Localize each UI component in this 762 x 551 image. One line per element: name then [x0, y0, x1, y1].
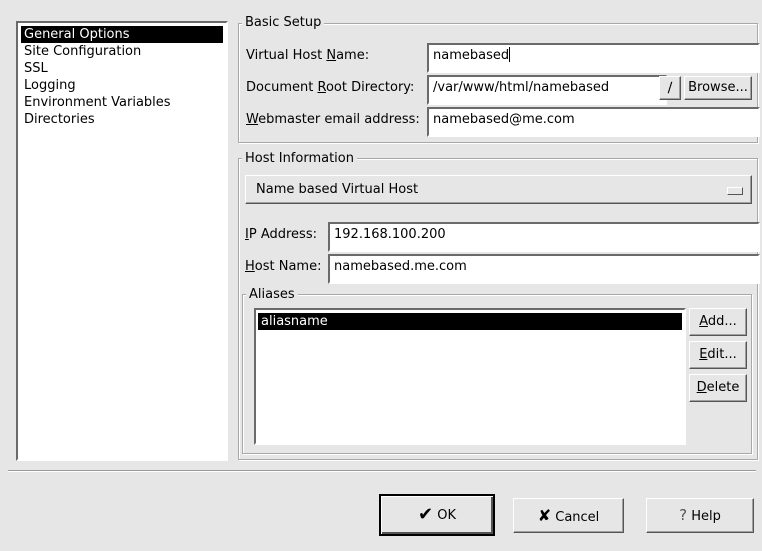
sidebar-item-label: SSL — [24, 61, 48, 76]
sidebar-item-label: Environment Variables — [24, 95, 171, 110]
alias-item[interactable]: aliasname — [258, 313, 682, 330]
host-type-option-menu[interactable]: Name based Virtual Host — [245, 175, 752, 204]
sidebar-item-label: General Options — [24, 27, 130, 42]
cancel-x-icon: ✘ — [537, 506, 552, 525]
footer-separator — [8, 470, 756, 472]
edit-alias-button[interactable]: Edit... — [689, 341, 747, 369]
add-alias-button[interactable]: Add... — [689, 308, 747, 336]
virtual-host-name-label: Virtual Host Name: — [246, 48, 370, 63]
host-name-label: Host Name: — [245, 259, 322, 274]
document-root-label: Document Root Directory: — [246, 80, 415, 95]
help-button[interactable]: ? Help — [646, 498, 754, 533]
text-cursor — [509, 47, 511, 62]
ip-address-label: IP Address: — [245, 227, 317, 242]
sidebar-item-label: Logging — [24, 78, 76, 93]
aliases-list[interactable]: aliasname — [254, 308, 686, 445]
history-dropdown-button[interactable]: ∕ — [659, 76, 681, 100]
ok-button[interactable]: ✔ OK — [379, 494, 495, 536]
sidebar-item-label: Site Configuration — [24, 44, 142, 59]
virtual-host-name-field[interactable]: namebased — [427, 43, 760, 73]
cancel-button[interactable]: ✘ Cancel — [513, 498, 624, 533]
ip-address-field[interactable]: 192.168.100.200 — [328, 222, 760, 252]
host-name-field[interactable]: namebased.me.com — [328, 254, 760, 284]
sidebar-item-logging[interactable]: Logging — [21, 77, 223, 94]
sidebar-item-general-options[interactable]: General Options — [21, 26, 223, 43]
help-question-icon: ? — [679, 506, 688, 524]
sidebar-item-environment-variables[interactable]: Environment Variables — [21, 94, 223, 111]
sidebar-item-site-configuration[interactable]: Site Configuration — [21, 43, 223, 60]
document-root-field[interactable]: /var/www/html/namebased — [427, 75, 667, 105]
combo-arrow-icon: ∕ — [667, 80, 673, 96]
webmaster-email-field[interactable]: namebased@me.com — [427, 107, 760, 137]
browse-button[interactable]: Browse... — [684, 76, 752, 100]
host-information-title: Host Information — [242, 151, 357, 166]
webmaster-email-label: Webmaster email address: — [246, 112, 420, 127]
sidebar-item-directories[interactable]: Directories — [21, 111, 223, 128]
ok-check-icon: ✔ — [418, 504, 434, 525]
option-menu-indicator-icon — [727, 187, 743, 195]
section-list[interactable]: General Options Site Configuration SSL L… — [16, 21, 228, 461]
aliases-title: Aliases — [246, 287, 298, 302]
basic-setup-title: Basic Setup — [242, 15, 325, 30]
sidebar-item-label: Directories — [24, 112, 95, 127]
delete-alias-button[interactable]: Delete — [689, 374, 747, 402]
sidebar-item-ssl[interactable]: SSL — [21, 60, 223, 77]
